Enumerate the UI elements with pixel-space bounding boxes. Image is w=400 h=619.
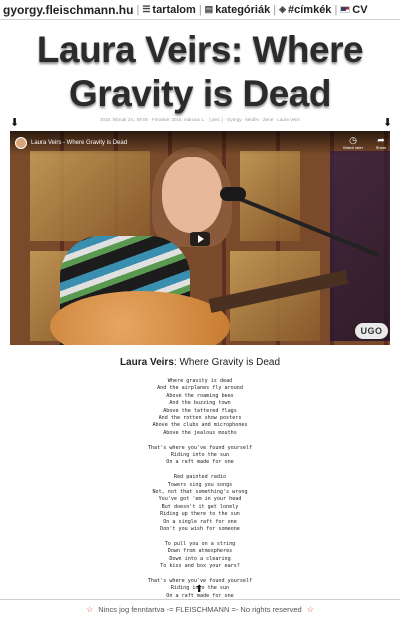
flag-icon	[340, 6, 351, 13]
singer-face	[162, 157, 222, 233]
post-meta: 2015. február 24., 09:05 · Frissítve: 20…	[99, 117, 301, 122]
nav-item-label: tartalom	[152, 3, 196, 16]
lyric-line: Towers sing you songs	[167, 481, 233, 488]
lyric-line: Riding into the sun	[170, 452, 230, 459]
song-heading: Laura Veirs: Where Gravity is Dead	[20, 357, 380, 368]
lyric-line: Above the roaming bees	[166, 392, 234, 399]
lyric-line: Above the clubs and microphones	[152, 422, 248, 429]
lyrics-stanza: Where gravity is dead And the airplanes …	[110, 378, 290, 437]
share-icon: ➦	[377, 135, 385, 145]
nav-item-cimkek[interactable]: ◈ #címkék	[279, 4, 331, 16]
share-label: Share	[375, 145, 387, 150]
nav-item-kategoriak[interactable]: ▤ kategóriák	[205, 4, 271, 16]
lyric-line: Above the jealous mouths	[163, 429, 237, 436]
lyrics-stanza: That's where you've found yourself Ridin…	[110, 445, 290, 467]
scroll-down-arrow-icon[interactable]: ⬇	[10, 116, 19, 129]
nav-separator: |	[136, 3, 140, 16]
lyric-line: Down from atmospheres	[167, 548, 233, 555]
tag-icon: ◈	[279, 4, 286, 14]
lyric-line: And the airplanes fly around	[157, 385, 243, 392]
play-button[interactable]	[190, 232, 210, 246]
video-title-link[interactable]: Laura Veirs - Where Gravity is Dead	[31, 140, 127, 146]
lyric-line: You've got 'em in your head	[158, 496, 242, 503]
footer: ☆ Nincs jog fenntartva -= FLEISCHMANN =-…	[0, 599, 400, 619]
lyric-line: But doesn't it get lonely	[161, 503, 239, 510]
microphone	[220, 187, 246, 201]
watch-later-label: Watch later	[342, 145, 364, 150]
lyrics-stanza: Red painted radio Towers sing you songs …	[110, 474, 290, 533]
nav-item-cv[interactable]: CV	[340, 3, 368, 16]
scroll-down-arrow-icon[interactable]: ⬇	[383, 116, 392, 129]
nav-item-label: #címkék	[288, 3, 332, 16]
lyric-line: Where gravity is dead	[167, 378, 233, 384]
watch-later-button[interactable]: ◷ Watch later	[339, 135, 367, 150]
video-panel	[240, 151, 300, 241]
nav-item-label: CV	[352, 3, 368, 16]
nav-item-label: kategóriák	[215, 3, 271, 16]
list-icon: ☰	[142, 4, 151, 14]
channel-avatar[interactable]	[15, 137, 27, 149]
star-icon: ☆	[86, 605, 94, 614]
lyric-line: Down into a clearing	[169, 555, 231, 562]
star-icon: ☆	[306, 605, 314, 614]
site-name-link[interactable]: gyorgy.fleischmann.hu	[3, 3, 133, 17]
lyric-line: That's where you've found yourself	[147, 444, 253, 451]
clock-icon: ◷	[349, 135, 357, 145]
footer-text: Nincs jog fenntartva -= FLEISCHMANN =- N…	[98, 605, 302, 614]
lyric-line: On a single raft for one	[163, 518, 237, 525]
lyrics-stanza: To pull you on a string Down from atmosp…	[110, 541, 290, 571]
video-panel	[30, 151, 150, 241]
top-navigation: gyorgy.fleischmann.hu | ☰ tartalom | ▤ k…	[0, 0, 400, 20]
lyric-line: On a raft made for one	[166, 459, 234, 466]
lyric-line: And the rotten show posters	[158, 415, 242, 422]
lyrics: Where gravity is dead And the airplanes …	[110, 378, 290, 608]
video-player[interactable]: Laura Veirs - Where Gravity is Dead ◷ Wa…	[10, 131, 390, 345]
lyric-line: Above the tattered flags	[163, 407, 237, 414]
song-name: Where Gravity is Dead	[179, 357, 281, 368]
lyric-line: Riding up there to the sun	[160, 511, 240, 518]
page-title: Laura Veirs: Where Gravity is Dead	[36, 29, 364, 114]
grid-icon: ▤	[204, 4, 214, 14]
scroll-up-arrow-icon[interactable]: ⬆	[195, 584, 203, 595]
share-button[interactable]: ➦ Share	[367, 135, 390, 150]
lyric-line: Don't you wish for someone	[160, 526, 240, 533]
nav-separator: |	[334, 3, 338, 16]
song-artist: Laura Veirs	[119, 357, 174, 368]
song-separator: :	[173, 357, 177, 368]
lyric-line: Not, not that something's wrong	[152, 489, 248, 496]
lyric-line: And the buzzing town	[169, 400, 231, 407]
nav-separator: |	[198, 3, 202, 16]
lyric-line: Red painted radio	[173, 474, 227, 481]
nav-separator: |	[273, 3, 277, 16]
channel-logo: UGO	[355, 323, 388, 339]
lyric-line: To kiss and box your ears?	[160, 563, 240, 570]
video-top-bar: Laura Veirs - Where Gravity is Dead	[10, 131, 390, 155]
nav-item-tartalom[interactable]: ☰ tartalom	[142, 4, 195, 16]
lyric-line: To pull you on a string	[164, 540, 236, 547]
